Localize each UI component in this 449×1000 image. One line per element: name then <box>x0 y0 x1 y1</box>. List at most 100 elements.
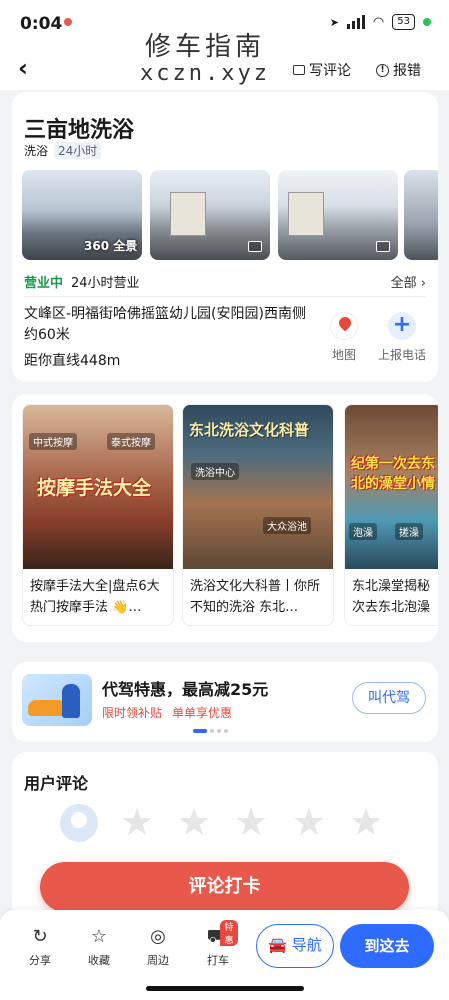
map-button[interactable]: 地图 <box>314 312 374 363</box>
open-hours: 24小时营业 <box>71 276 140 291</box>
signal-icon <box>346 15 365 29</box>
photo-panorama[interactable]: 360 全景 <box>22 170 142 260</box>
location-pin-icon <box>64 18 72 26</box>
tab-label: 分享 <box>29 954 51 967</box>
review-title: 用户评论 <box>24 774 89 793</box>
article-title: 东北澡堂揭秘次去东北泡澡 <box>352 579 431 615</box>
tab-label: 周边 <box>147 954 169 967</box>
articles-card: 中式按摩 泰式按摩 按摩手法大全 按摩手法大全|盘点6大热门按摩手法 👋… 东北… <box>12 394 438 642</box>
article-title: 洗浴文化大科普丨你所不知的洗浴 东北… <box>190 579 321 615</box>
home-indicator[interactable] <box>146 986 304 991</box>
compass-icon: ◎ <box>150 926 166 947</box>
map-label: 地图 <box>331 348 356 362</box>
open-hours-row: 营业中 24小时营业 <box>24 272 140 291</box>
rating-star-icon[interactable]: ★ <box>292 802 326 842</box>
article-image-tag: 大众浴池 <box>263 517 311 534</box>
article-title: 按摩手法大全|盘点6大热门按摩手法 👋… <box>30 579 160 615</box>
edit-icon <box>293 65 305 75</box>
battery-icon: 53 <box>392 14 415 30</box>
photo-2[interactable] <box>150 170 270 260</box>
car-icon: 🚘 <box>268 936 287 954</box>
tab-label: 打车 <box>207 954 229 967</box>
taxi-badge: 特惠 <box>220 920 238 946</box>
driver-icon <box>62 684 80 718</box>
watermark-cn: 修车指南 <box>144 32 265 62</box>
article-image: 纪第一次去东北的澡堂小情 泡澡 搓澡 <box>345 405 438 569</box>
map-pin-icon <box>330 312 358 340</box>
article-overlay-title: 纪第一次去东北的澡堂小情 <box>351 456 435 492</box>
rating-star-icon[interactable]: ★ <box>349 802 383 842</box>
poi-info-card: 三亩地洗浴 洗浴 24小时 360 全景 营业中 24小时营业 全部 › 文峰区… <box>12 92 438 382</box>
watermark: 修车指南 xczn.xyz <box>140 26 270 86</box>
status-icons: ➤ ◠ 53 <box>330 14 431 30</box>
tab-share[interactable]: ↻ 分享 <box>20 926 60 968</box>
tab-taxi[interactable]: 特惠 ⛟ 打车 <box>198 920 238 968</box>
rating-star-icon[interactable]: ★ <box>177 802 211 842</box>
call-driver-button[interactable]: 叫代驾 <box>352 682 426 714</box>
poi-hours-tag: 24小时 <box>54 142 102 159</box>
image-icon <box>248 241 262 252</box>
navigate-button[interactable]: 🚘 导航 <box>256 924 334 968</box>
address: 文峰区-明福街哈佛摇篮幼儿园(安阳园)西南侧约60米 <box>24 306 306 343</box>
article-image: 中式按摩 泰式按摩 按摩手法大全 <box>23 405 173 569</box>
open-status: 营业中 <box>24 276 64 291</box>
plus-icon: + <box>388 312 416 340</box>
article-card[interactable]: 中式按摩 泰式按摩 按摩手法大全 按摩手法大全|盘点6大热门按摩手法 👋… <box>22 404 174 626</box>
carousel-dot <box>224 729 228 733</box>
navigate-label: 导航 <box>291 936 322 954</box>
rating-star-icon[interactable]: ★ <box>120 802 154 842</box>
watermark-en: xczn.xyz <box>140 61 270 86</box>
promo-tag: 单单享优惠 <box>172 706 233 720</box>
promo-title: 代驾特惠，最高减25元 <box>102 680 269 699</box>
report-phone-label: 上报电话 <box>377 348 426 362</box>
tab-favorite[interactable]: ☆ 收藏 <box>79 926 119 968</box>
location-arrow-icon: ➤ <box>329 15 339 29</box>
article-image-tag: 搓澡 <box>395 523 423 540</box>
article-overlay-title: 东北洗浴文化科普 <box>189 421 310 439</box>
review-checkin-button[interactable]: 评论打卡 <box>40 862 409 912</box>
avatar <box>60 804 98 842</box>
photo-3[interactable] <box>278 170 398 260</box>
image-icon <box>376 241 390 252</box>
carousel-dot <box>210 729 214 733</box>
photo-strip[interactable]: 360 全景 <box>22 170 438 260</box>
nav-bar: ‹ 修车指南 xczn.xyz 写评论 ! 报错 <box>0 32 449 90</box>
back-icon[interactable]: ‹ <box>18 56 28 80</box>
share-icon: ↻ <box>32 926 48 947</box>
all-hours-link[interactable]: 全部 › <box>391 272 426 291</box>
poi-category: 洗浴 <box>24 144 49 158</box>
poi-tags: 洗浴 24小时 <box>24 142 102 159</box>
article-image-tag: 泰式按摩 <box>107 433 155 450</box>
distance: 距你直线448m <box>24 353 121 369</box>
alert-icon: ! <box>376 63 389 77</box>
carousel-dots <box>193 729 228 733</box>
carousel-dot <box>217 729 221 733</box>
status-time: 0:04 <box>20 14 63 34</box>
tab-nearby[interactable]: ◎ 周边 <box>138 926 178 968</box>
poi-title: 三亩地洗浴 <box>24 118 135 143</box>
write-review-label: 写评论 <box>309 63 351 79</box>
article-card[interactable]: 纪第一次去东北的澡堂小情 泡澡 搓澡 东北澡堂揭秘次去东北泡澡 <box>344 404 438 626</box>
report-phone-button[interactable]: + 上报电话 <box>372 312 432 363</box>
divider <box>24 296 426 297</box>
wifi-icon: ◠ <box>372 14 385 30</box>
sign-image <box>170 192 206 236</box>
panorama-label: 360 全景 <box>84 239 138 253</box>
article-image-tag: 泡澡 <box>349 523 377 540</box>
star-icon: ☆ <box>90 926 108 947</box>
article-image-tag: 中式按摩 <box>29 433 77 450</box>
rating-star-icon[interactable]: ★ <box>234 802 268 842</box>
article-card[interactable]: 东北洗浴文化科普 洗浴中心 大众浴池 洗浴文化大科普丨你所不知的洗浴 东北… <box>182 404 334 626</box>
article-overlay-title: 按摩手法大全 <box>37 477 152 499</box>
privacy-dot-icon <box>423 18 431 26</box>
report-error-label: 报错 <box>393 63 421 79</box>
promo-tags: 限时领补贴 单单享优惠 <box>102 704 232 721</box>
sign-image <box>288 192 324 236</box>
article-image: 东北洗浴文化科普 洗浴中心 大众浴池 <box>183 405 333 569</box>
go-here-button[interactable]: 到这去 <box>340 924 434 968</box>
report-error-button[interactable]: ! 报错 <box>376 60 421 80</box>
promo-image <box>22 674 92 726</box>
write-review-button[interactable]: 写评论 <box>293 60 351 80</box>
promo-tag: 限时领补贴 <box>102 706 163 720</box>
photo-4[interactable] <box>404 170 438 260</box>
